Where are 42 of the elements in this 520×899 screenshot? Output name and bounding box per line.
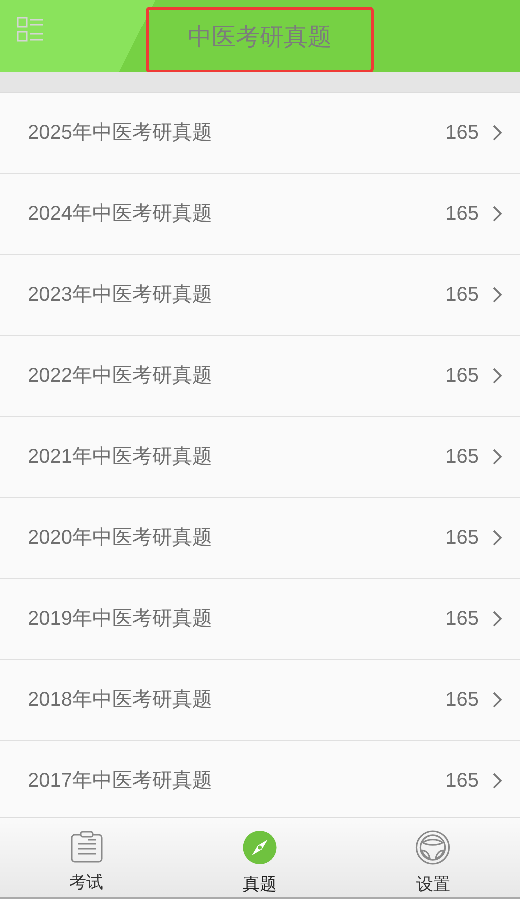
list-row[interactable]: 2021年中医考研真题 165 <box>0 417 520 498</box>
list-row[interactable]: 2024年中医考研真题 165 <box>0 174 520 255</box>
row-title: 2023年中医考研真题 <box>28 283 214 308</box>
chevron-right-icon <box>493 530 502 546</box>
tab-bar-item[interactable]: 真题 <box>173 818 347 897</box>
clipboard-icon <box>70 830 104 864</box>
compass-icon <box>242 830 278 866</box>
list-row[interactable]: 2019年中医考研真题 165 <box>0 579 520 660</box>
question-count: 165 <box>446 121 479 146</box>
chevron-right-icon <box>493 287 502 303</box>
row-title: 2025年中医考研真题 <box>28 121 214 146</box>
row-title: 2020年中医考研真题 <box>28 526 214 551</box>
chevron-right-icon <box>493 125 502 141</box>
question-count: 165 <box>446 283 479 308</box>
list-row[interactable]: 2025年中医考研真题 165 <box>0 93 520 174</box>
steering-wheel-icon <box>415 830 452 866</box>
chevron-right-icon <box>493 368 502 384</box>
list-row[interactable]: 2023年中医考研真题 165 <box>0 255 520 336</box>
row-title: 2022年中医考研真题 <box>28 364 214 389</box>
chevron-right-icon <box>493 773 502 789</box>
question-count: 165 <box>446 202 479 227</box>
row-title: 2019年中医考研真题 <box>28 607 214 632</box>
question-count: 165 <box>446 445 479 470</box>
row-title: 2017年中医考研真题 <box>28 769 214 794</box>
question-count: 165 <box>446 769 479 794</box>
menu-icon[interactable] <box>17 17 45 44</box>
chevron-right-icon <box>493 449 502 465</box>
row-title: 2021年中医考研真题 <box>28 445 214 470</box>
list-row[interactable]: 2018年中医考研真题 165 <box>0 660 520 741</box>
tab-bar-item[interactable]: 设置 <box>346 818 520 897</box>
question-count: 165 <box>446 688 479 713</box>
question-count: 165 <box>446 607 479 632</box>
chevron-right-icon <box>493 611 502 627</box>
row-title: 2024年中医考研真题 <box>28 202 214 227</box>
question-count: 165 <box>446 526 479 551</box>
question-count: 165 <box>446 364 479 389</box>
tab-bar-item[interactable]: 考试 <box>0 818 174 897</box>
list-row[interactable]: 2020年中医考研真题 165 <box>0 498 520 579</box>
row-title: 2018年中医考研真题 <box>28 688 214 713</box>
chevron-right-icon <box>493 206 502 222</box>
list-row[interactable]: 2022年中医考研真题 165 <box>0 336 520 417</box>
chevron-right-icon <box>493 692 502 708</box>
